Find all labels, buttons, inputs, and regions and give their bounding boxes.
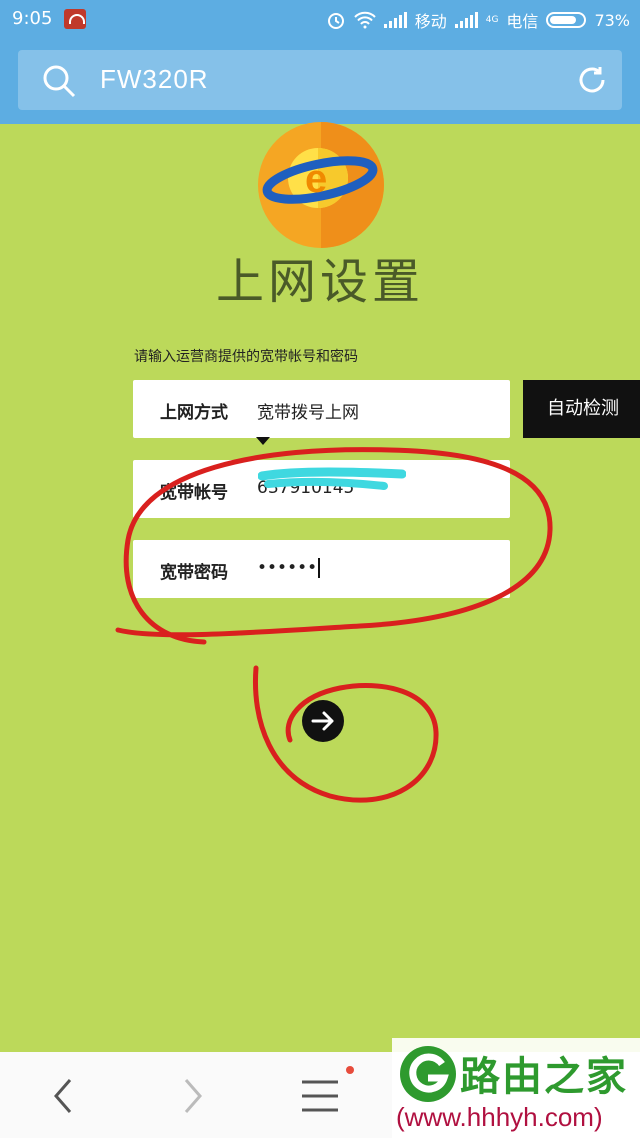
chevron-left-icon[interactable] [48, 1076, 78, 1116]
arrow-right-icon [311, 711, 334, 731]
password-label: 宽带密码 [160, 563, 228, 583]
password-mask: •••••• [257, 558, 318, 578]
battery-icon [546, 12, 587, 28]
connection-mode-label: 上网方式 [160, 403, 228, 423]
carrier-1: 移动 [414, 12, 447, 31]
alarm-icon [327, 13, 344, 29]
watermark-url: (www.hhhyh.com) [396, 1102, 603, 1132]
signal-icon [383, 12, 407, 28]
app-logo: e [258, 122, 384, 248]
connection-mode-value[interactable]: 宽带拨号上网 [257, 398, 359, 423]
battery-level: 73% [594, 10, 630, 30]
signal-icon-2 [454, 12, 478, 28]
password-input[interactable]: •••••• [257, 558, 321, 578]
notification-dot [346, 1066, 354, 1074]
connection-mode-select[interactable]: 上网方式 宽带拨号上网 [133, 380, 510, 438]
text-cursor [318, 558, 321, 578]
wifi-icon [353, 11, 376, 29]
status-left: 9:05 [12, 8, 87, 29]
auto-detect-button[interactable]: 自动检测 [523, 380, 640, 438]
carrier-2: 电信 [506, 12, 539, 31]
hotspot-notification-icon [64, 8, 87, 29]
dropdown-caret-icon [256, 437, 270, 445]
search-input[interactable]: FW320R [18, 50, 622, 110]
status-right: 移动 4G 电信 73% [326, 8, 630, 32]
next-button[interactable] [302, 700, 344, 742]
refresh-icon[interactable] [576, 64, 608, 96]
browser-toolbar: FW320R [0, 38, 640, 124]
chevron-right-icon[interactable] [178, 1076, 208, 1116]
status-bar: 9:05 移动 4G 电信 73% [0, 0, 640, 38]
page-title: 上网设置 [215, 254, 424, 310]
svg-text:e: e [305, 157, 327, 201]
redaction-scribble [258, 467, 406, 490]
status-time: 9:05 [12, 8, 53, 29]
search-query[interactable]: FW320R [100, 64, 209, 95]
watermark: 路由之家 (www.hhhyh.com) [392, 1038, 640, 1138]
menu-icon[interactable] [300, 1078, 340, 1114]
search-icon[interactable] [42, 64, 76, 98]
instruction-text: 请输入运营商提供的宽带帐号和密码 [134, 349, 358, 365]
account-label: 宽带帐号 [160, 483, 228, 503]
network-type: 4G [485, 14, 499, 25]
watermark-name: 路由之家 [460, 1054, 628, 1100]
watermark-logo-icon [400, 1046, 456, 1102]
password-field[interactable]: 宽带密码 •••••• [133, 540, 510, 598]
